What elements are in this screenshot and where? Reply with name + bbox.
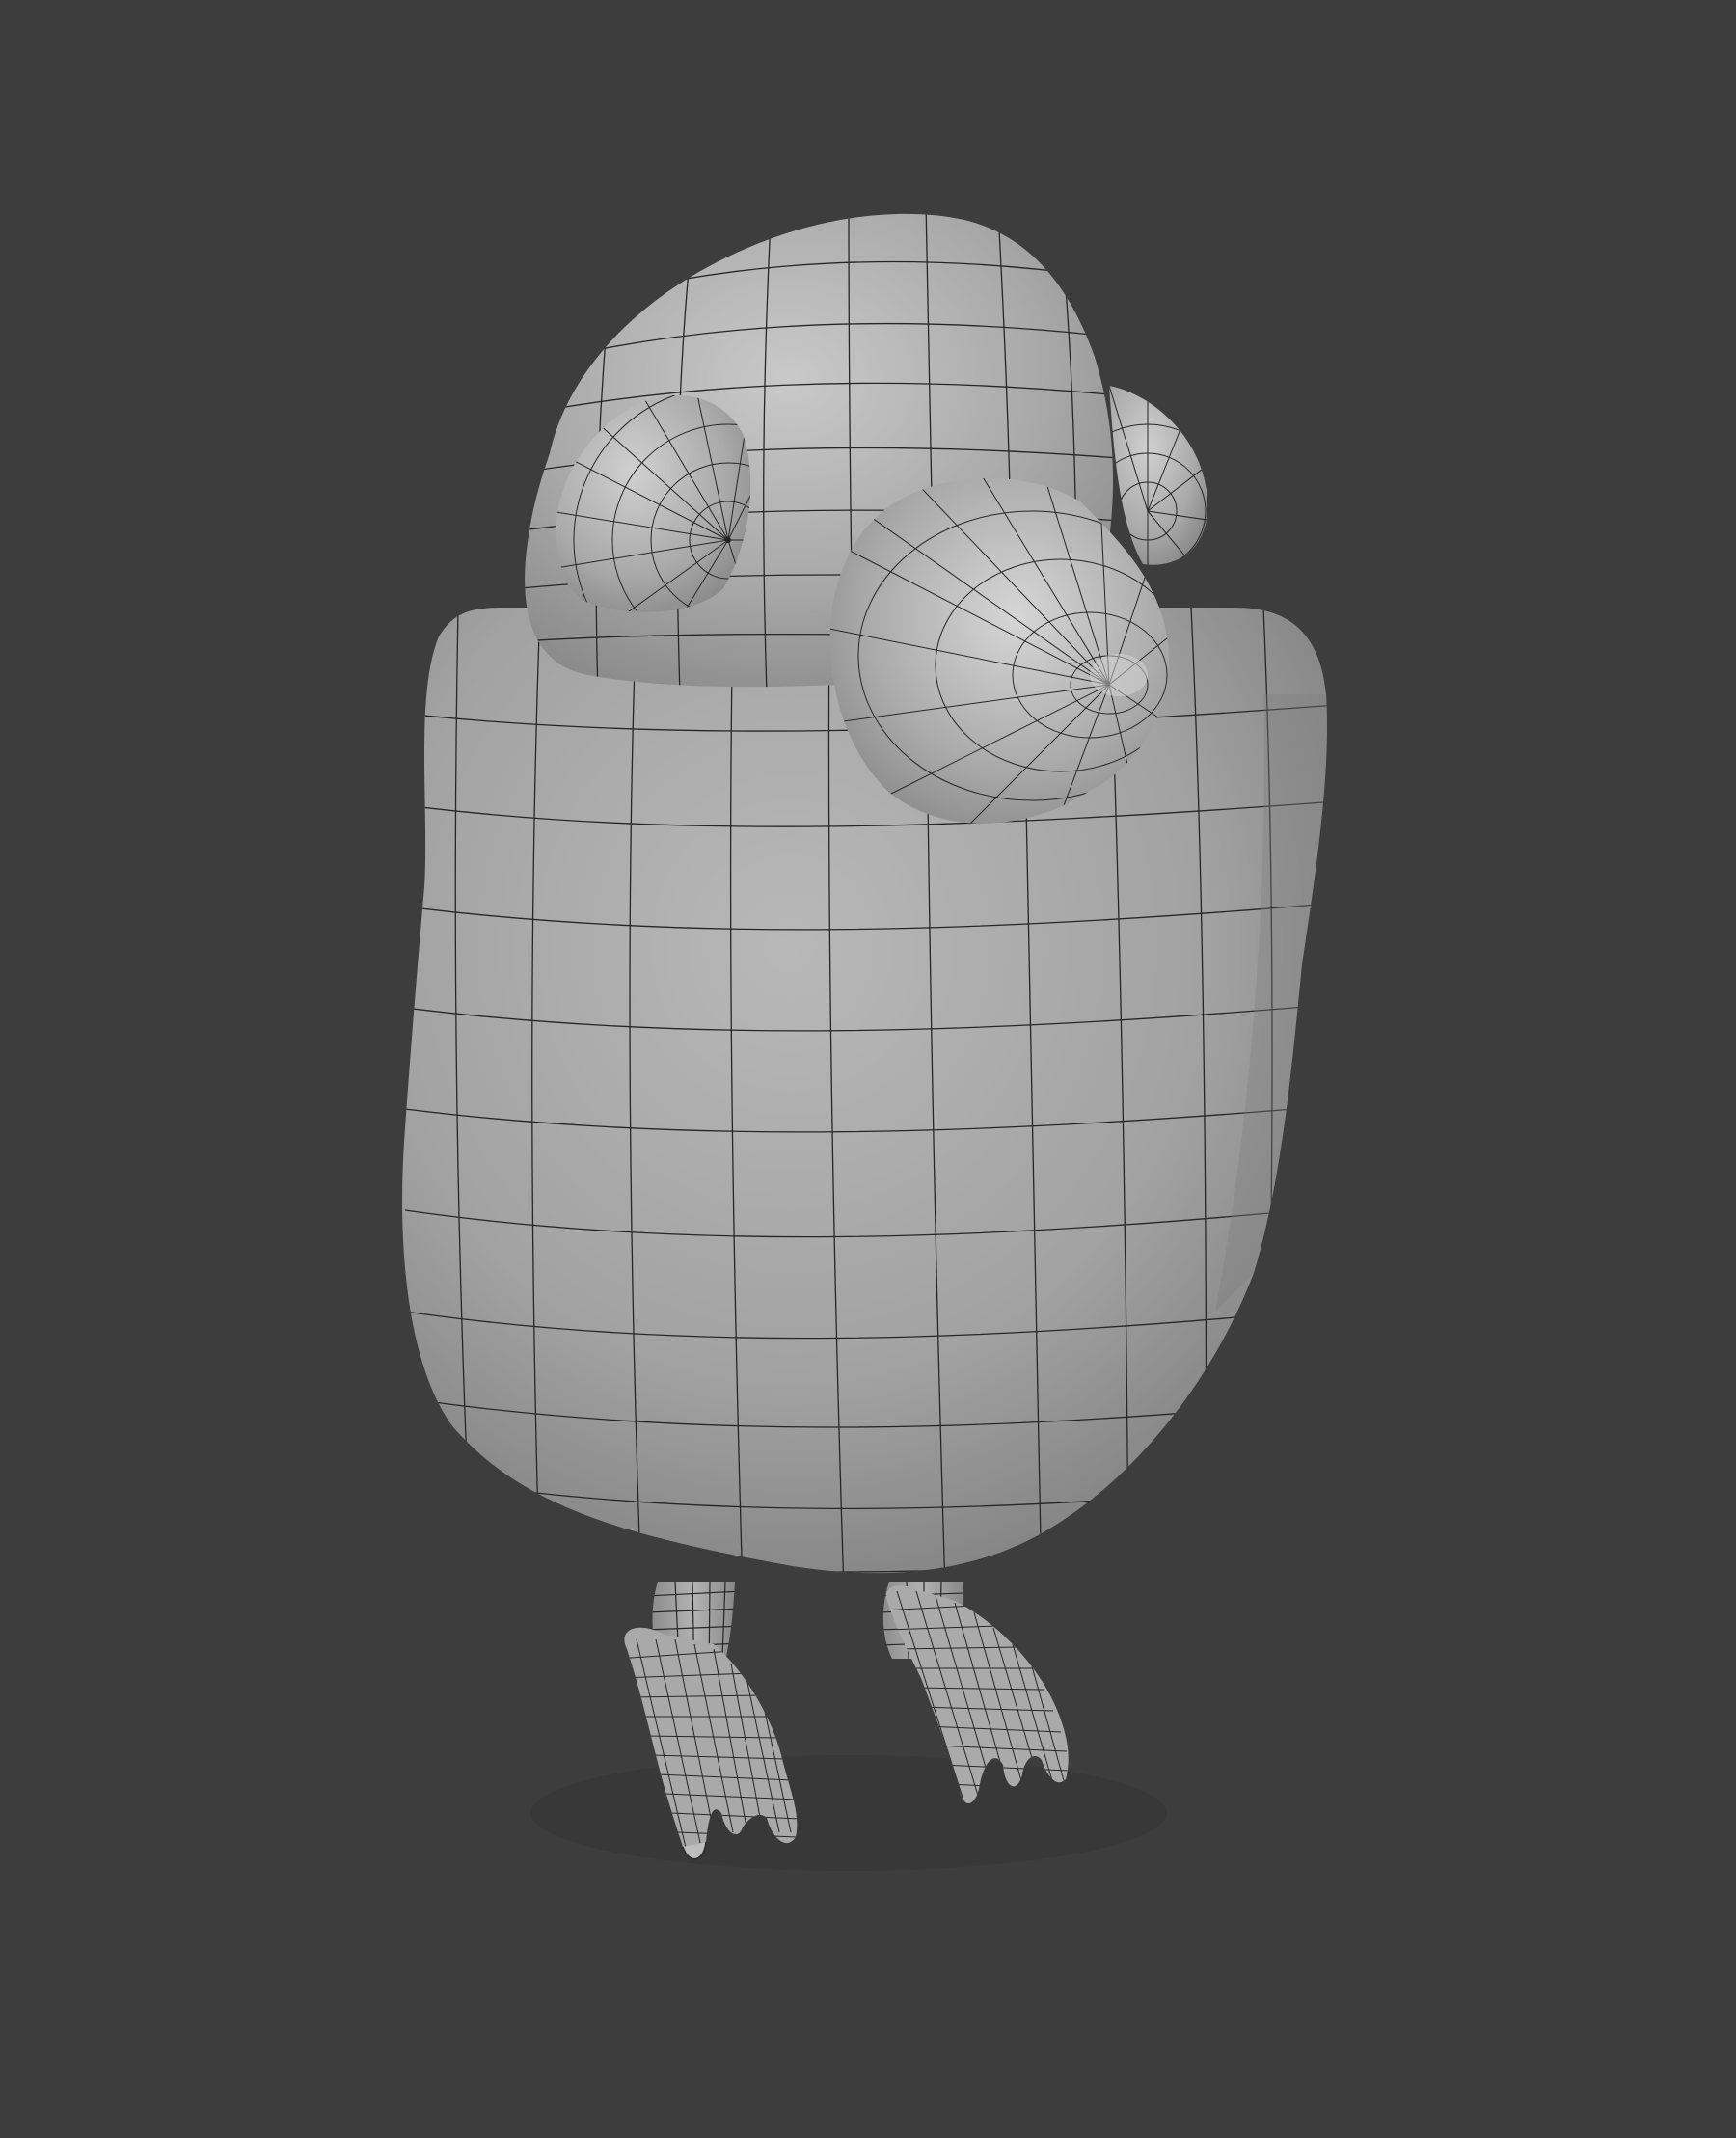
viewport-canvas xyxy=(0,0,1736,2138)
3d-viewport[interactable] xyxy=(0,0,1736,2138)
